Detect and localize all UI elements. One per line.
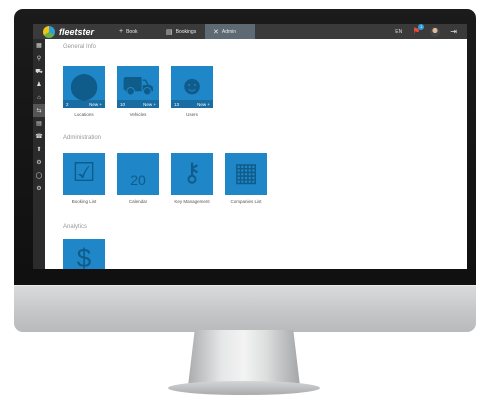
tile-label: Companies List — [230, 199, 262, 204]
tile-new-button[interactable]: New + — [143, 102, 156, 107]
tile-key-management[interactable]: ⚷ — [171, 153, 213, 195]
tile-booking-list[interactable]: ☑ — [63, 153, 105, 195]
logo-icon — [43, 25, 55, 38]
nav-bookings[interactable]: ▤ Bookings — [158, 24, 204, 39]
sidebar-item-upload[interactable]: ⬆ — [33, 143, 45, 156]
tile-vehicles[interactable]: ⛟ 10 New + — [117, 66, 159, 108]
list-icon: ▤ — [166, 28, 173, 36]
checklist-icon: ☑ — [72, 157, 96, 187]
notification-badge: 1 — [418, 24, 425, 30]
app-logo[interactable]: fleetster — [43, 25, 94, 38]
plus-icon: + — [119, 28, 124, 35]
nav-book-label: Book — [126, 28, 138, 35]
sidebar-item-dashboard[interactable]: ▦ — [33, 39, 45, 52]
money-icon: $ — [76, 243, 92, 269]
sidebar-item-users[interactable]: ♟ — [33, 78, 45, 91]
tile-new-button[interactable]: New + — [197, 102, 210, 107]
car-icon: ⛟ — [121, 70, 155, 100]
sidebar-item-reports[interactable]: ▤ — [33, 117, 45, 130]
notifications-icon[interactable]: ⚑ 1 — [412, 24, 425, 37]
main-content: General Info ⬤ 2 New + Locations ⛟ 10 New … — [45, 39, 467, 269]
tile-count: 2 — [66, 101, 69, 107]
sidebar-item-transfers[interactable]: ⇆ — [33, 104, 45, 117]
monitor-stand-base — [168, 381, 320, 395]
tile-label: Booking List — [71, 199, 97, 204]
sidebar: ▦ ⚲ ⛟ ♟ ⌂ ⇆ ▤ ☎ ⬆ ⚙ ◯ ⚙ — [33, 39, 45, 269]
tile-label: Locations — [74, 112, 94, 117]
logout-icon[interactable]: ⇥ — [450, 27, 457, 36]
sidebar-item-vehicles[interactable]: ⛟ — [33, 65, 45, 78]
calendar-icon: 20 — [130, 172, 146, 188]
sidebar-item-contacts[interactable]: ☎ — [33, 130, 45, 143]
tile-label: Key Management — [174, 199, 210, 204]
nav-admin[interactable]: ✕ Admin — [205, 24, 255, 39]
tile-label: Users — [186, 112, 198, 117]
user-icon: ☻ — [178, 70, 206, 100]
sidebar-item-tools[interactable]: ⚙ — [33, 156, 45, 169]
top-right-controls: EN ⚑ 1 ⇥ — [395, 24, 467, 39]
key-icon: ⚷ — [182, 157, 202, 187]
sidebar-item-settings[interactable]: ⚙ — [33, 182, 45, 195]
tile-companies-list[interactable]: ▦ — [225, 153, 267, 195]
nav-book[interactable]: + Book — [111, 24, 146, 39]
nav-admin-label: Admin — [221, 28, 237, 35]
tile-analytics[interactable]: $ — [63, 239, 105, 269]
tile-count: 10 — [120, 101, 126, 107]
nav-bookings-label: Bookings — [175, 28, 197, 35]
tile-locations[interactable]: ⬤ 2 New + — [63, 66, 105, 108]
building-icon: ▦ — [233, 157, 259, 187]
tile-calendar[interactable]: 20 — [117, 153, 159, 195]
user-avatar[interactable] — [430, 26, 441, 37]
app-screen: fleetster + Book ▤ Bookings ✕ Admin EN ⚑… — [33, 24, 467, 269]
location-pin-icon: ⬤ — [69, 70, 99, 100]
sidebar-item-circle[interactable]: ◯ — [33, 169, 45, 182]
tile-users[interactable]: ☻ 13 New + — [171, 66, 213, 108]
logo-text: fleetster — [59, 26, 95, 37]
monitor-chin — [14, 285, 476, 332]
section-title-general-info: General Info — [63, 44, 97, 50]
tile-new-button[interactable]: New + — [89, 102, 102, 107]
section-title-analytics: Analytics — [63, 224, 88, 230]
tile-label: Vehicles — [129, 112, 147, 117]
section-title-administration: Administration — [63, 135, 102, 141]
sidebar-item-home[interactable]: ⌂ — [33, 91, 45, 104]
top-navigation-bar: fleetster + Book ▤ Bookings ✕ Admin EN ⚑… — [33, 24, 467, 39]
tools-icon: ✕ — [213, 28, 219, 36]
language-selector[interactable]: EN — [395, 29, 402, 35]
sidebar-item-locations[interactable]: ⚲ — [33, 52, 45, 65]
tile-label: Calendar — [128, 199, 148, 204]
tile-count: 13 — [174, 101, 180, 107]
monitor-stand-neck — [188, 330, 300, 386]
